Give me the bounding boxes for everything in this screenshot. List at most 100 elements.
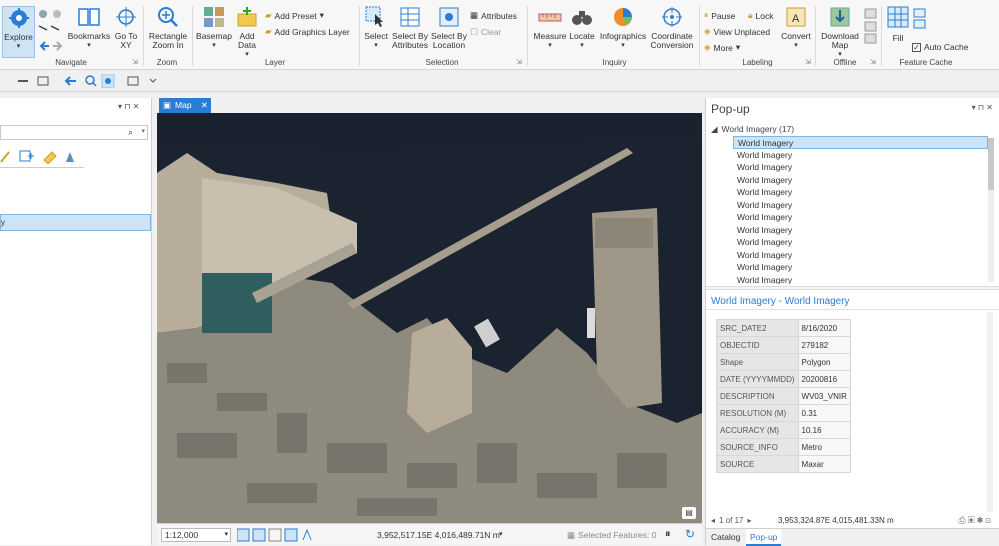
feature-list-item[interactable]: World Imagery xyxy=(733,236,988,249)
attribute-row: Shape Polygon xyxy=(716,353,851,371)
svg-text:A: A xyxy=(792,13,800,25)
chevron-down-icon: ▾ xyxy=(224,531,228,538)
more-icon: ◈ xyxy=(704,42,711,52)
map-view[interactable]: ▤ xyxy=(157,113,702,523)
add-preset-button[interactable]: ▰ Add Preset ▾ xyxy=(265,10,324,21)
locate-button[interactable]: Locate ▾ xyxy=(568,6,596,50)
feature-list-item[interactable]: World Imagery xyxy=(733,211,988,224)
group-label-feature-cache: Feature Cache xyxy=(899,58,953,67)
scale-select[interactable]: 1:12,000 ▾ xyxy=(161,528,231,542)
rectangle-zoom-button[interactable]: Rectangle Zoom In xyxy=(146,6,190,50)
attribute-key: RESOLUTION (M) xyxy=(716,404,799,422)
splitter[interactable] xyxy=(706,286,999,290)
select-by-location-button[interactable]: Select By Location xyxy=(430,6,468,50)
cache-tools-icon[interactable] xyxy=(913,8,927,30)
infographics-button[interactable]: Infographics ▾ xyxy=(598,6,648,50)
table-icon: ▦ xyxy=(470,10,479,20)
feature-list-item[interactable]: World Imagery xyxy=(733,274,988,285)
attribute-row: DATE (YYYYMMDD) 20200816 xyxy=(716,370,851,388)
map-icon: ▣ xyxy=(163,100,172,110)
popup-coordinates: 3,953,324.87E 4,015,481.33N m xyxy=(778,516,894,525)
preset-icon: ▰ xyxy=(265,10,272,20)
close-icon[interactable]: ✕ xyxy=(201,98,211,113)
scrollbar[interactable] xyxy=(988,138,994,282)
attribute-value: Metro xyxy=(797,438,851,456)
download-map-button[interactable]: Download Map ▾ xyxy=(818,6,862,59)
feature-list-item[interactable]: World Imagery xyxy=(733,136,988,149)
group-label-offline: Offline xyxy=(833,58,857,67)
lock-button[interactable]: 🔒︎ Lock xyxy=(748,10,774,21)
feature-list-item[interactable]: World Imagery xyxy=(733,174,988,187)
clear-button[interactable]: ▢ Clear xyxy=(470,26,501,37)
pause-icon: ⏸ xyxy=(704,10,709,20)
ribbon: Explore ▾ Bookmarks ▾ Go To XY Navigate ⇲… xyxy=(0,0,999,70)
pause-button[interactable]: ⏸ Pause xyxy=(704,10,735,21)
auto-cache-checkbox[interactable]: ✓ Auto Cache xyxy=(912,42,968,52)
group-label-layer: Layer xyxy=(264,58,285,67)
select-icon: ▦ xyxy=(567,530,576,540)
tab-catalog[interactable]: Catalog xyxy=(711,532,740,542)
detail-scrollbar[interactable] xyxy=(987,312,993,512)
coordinate-conversion-button[interactable]: Coordinate Conversion xyxy=(649,6,695,50)
offline-tools-icon[interactable] xyxy=(864,8,878,44)
go-to-xy-button[interactable]: Go To XY xyxy=(112,6,140,50)
feature-list-item[interactable]: World Imagery xyxy=(733,224,988,237)
popup-tools-icon[interactable]: ⎙▣✱⊡ xyxy=(959,515,993,526)
navigate-launcher-icon[interactable]: ⇲ xyxy=(132,58,138,66)
coord-options-icon[interactable]: ▾ xyxy=(499,530,503,538)
next-icon[interactable]: ▸ xyxy=(747,516,751,525)
add-graphics-layer-button[interactable]: ▰ Add Graphics Layer xyxy=(265,26,350,37)
map-toolbar xyxy=(0,70,999,92)
pane-options-icon[interactable]: ▾ ⊓ ✕ xyxy=(972,103,993,112)
nav-tools-icon[interactable] xyxy=(37,8,65,52)
attribute-value: Polygon xyxy=(797,353,851,371)
prev-icon[interactable]: ◂ xyxy=(711,516,715,525)
status-tools-icon[interactable] xyxy=(237,528,313,542)
fill-button[interactable]: Fill xyxy=(885,6,911,43)
attribute-value: 10.16 xyxy=(797,421,851,439)
select-by-attributes-button[interactable]: Select By Attributes xyxy=(390,6,430,50)
bookmarks-button[interactable]: Bookmarks ▾ xyxy=(66,6,112,50)
tab-popup[interactable]: Pop-up xyxy=(746,529,782,546)
offline-launcher-icon[interactable]: ⇲ xyxy=(870,58,876,66)
layer-group-header[interactable]: ◢ World Imagery (17) xyxy=(711,124,794,135)
measure-button[interactable]: Measure ▾ xyxy=(532,6,568,50)
chat-bubble-icon[interactable]: ▤ xyxy=(682,507,696,519)
feature-list-item[interactable]: World Imagery xyxy=(733,186,988,199)
pager[interactable]: ◂ 1 of 17 ▸ xyxy=(711,516,752,525)
feature-list-item[interactable]: World Imagery xyxy=(733,161,988,174)
select-by-location-icon xyxy=(439,7,459,27)
more-button[interactable]: ◈ More ▾ xyxy=(704,42,740,53)
contents-search-input[interactable]: ⌕ ▾ xyxy=(0,125,148,140)
search-options-icon[interactable]: ▾ xyxy=(141,127,145,135)
attribute-value: WV03_VNIR xyxy=(797,387,851,405)
contents-tools-icon[interactable] xyxy=(0,148,84,164)
map-nav-tools-icon[interactable] xyxy=(4,74,164,88)
tab-map[interactable]: ▣ Map ✕ xyxy=(159,98,211,113)
basemap-button[interactable]: Basemap ▾ xyxy=(195,6,233,50)
book-icon xyxy=(78,8,100,26)
selection-launcher-icon[interactable]: ⇲ xyxy=(516,58,522,66)
labeling-launcher-icon[interactable]: ⇲ xyxy=(805,58,811,66)
explore-button[interactable]: Explore ▾ xyxy=(2,6,35,58)
convert-button[interactable]: A Convert ▾ xyxy=(780,6,812,50)
attribute-row: OBJECTID 279182 xyxy=(716,336,851,354)
add-data-button[interactable]: Add Data ▾ xyxy=(233,6,261,59)
attribute-key: ACCURACY (M) xyxy=(716,421,799,439)
ruler-icon xyxy=(538,13,562,22)
attributes-button[interactable]: ▦ Attributes xyxy=(470,10,517,21)
feature-list-item[interactable]: World Imagery xyxy=(733,199,988,212)
pause-drawing-icon[interactable]: ⏸ xyxy=(665,528,671,541)
feature-list-item[interactable]: World Imagery xyxy=(733,261,988,274)
view-unplaced-button[interactable]: ◈ View Unplaced xyxy=(704,26,770,37)
select-button[interactable]: Select ▾ xyxy=(362,6,390,50)
view-unplaced-icon: ◈ xyxy=(704,26,711,36)
graphics-layer-icon: ▰ xyxy=(265,26,272,36)
selected-layer-row[interactable]: y xyxy=(0,214,151,231)
feature-list-item[interactable]: World Imagery xyxy=(733,149,988,162)
basemap-icon xyxy=(204,7,224,27)
attribute-key: OBJECTID xyxy=(716,336,799,354)
feature-list-item[interactable]: World Imagery xyxy=(733,249,988,262)
pane-options-icon[interactable]: ▾ ⊓ ✕ xyxy=(118,102,139,111)
refresh-icon[interactable]: ↻ xyxy=(685,527,695,541)
